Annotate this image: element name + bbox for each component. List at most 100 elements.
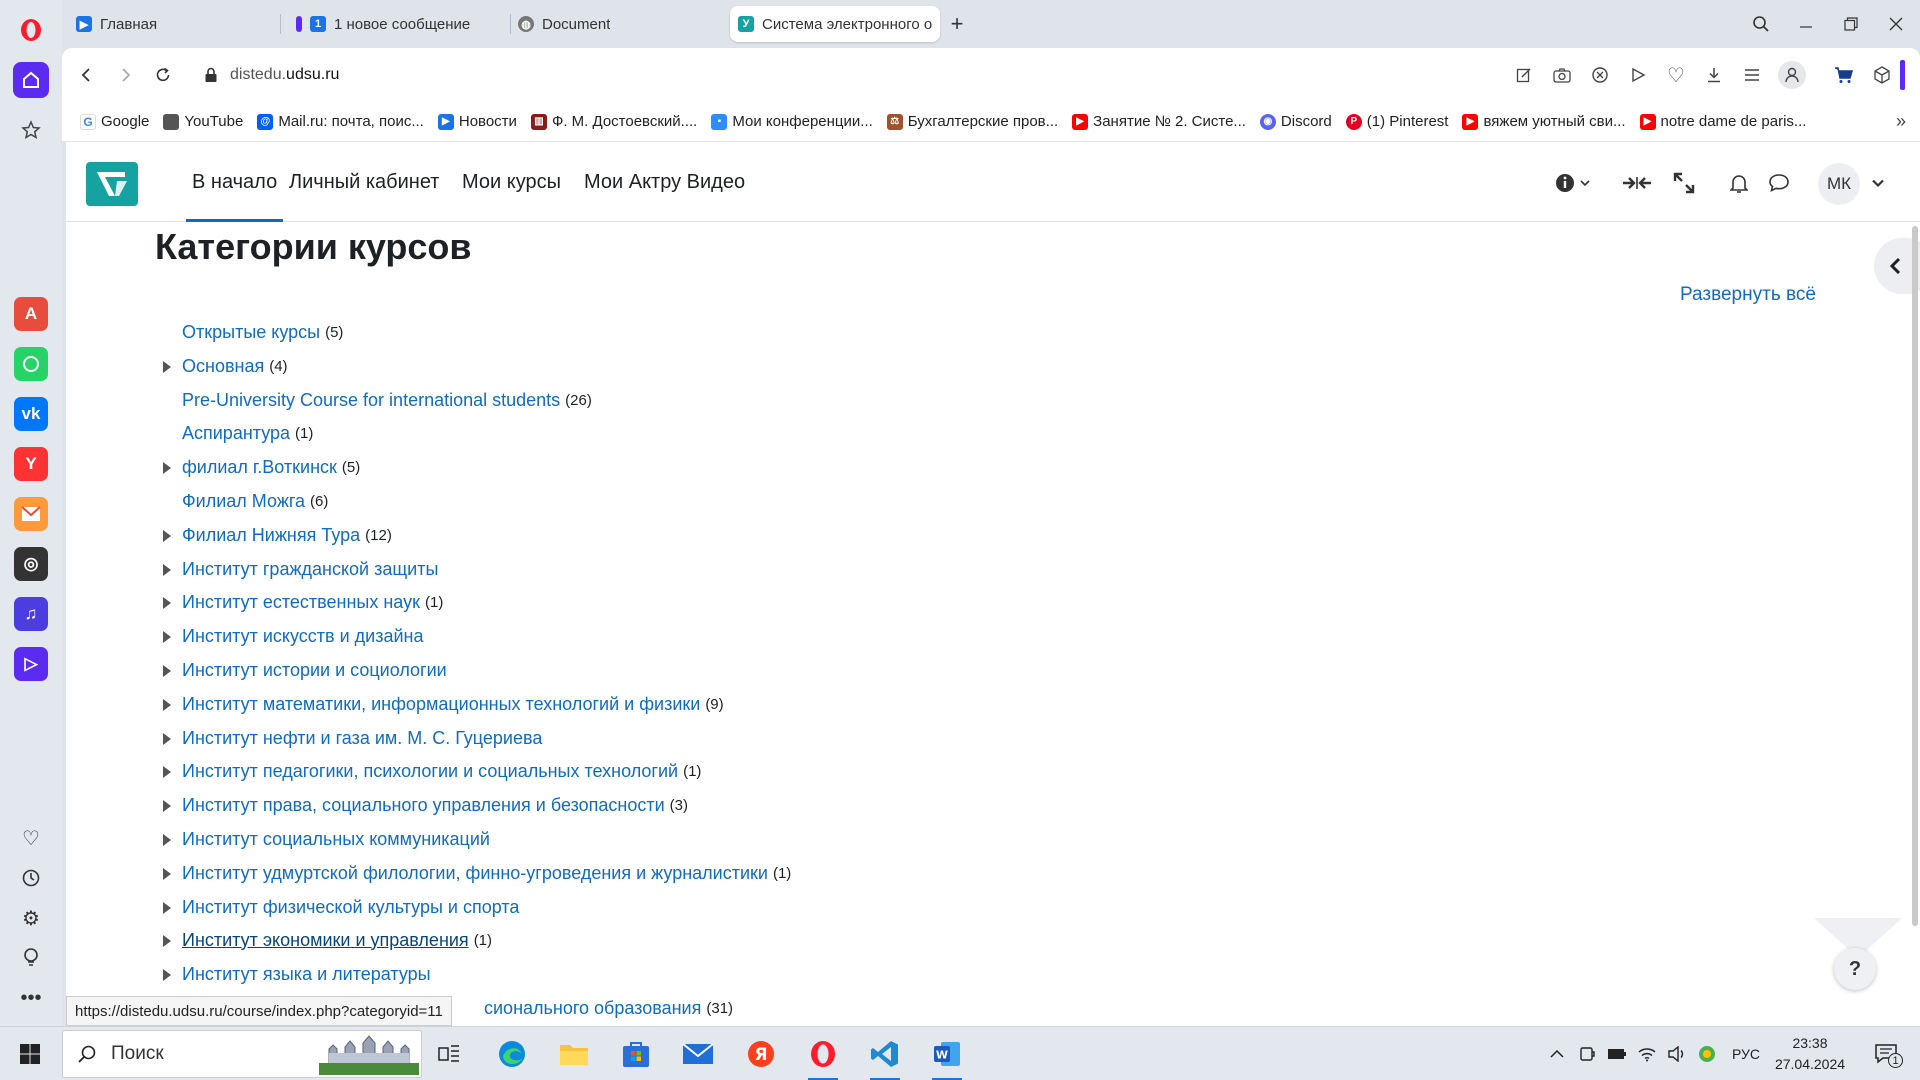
category-link[interactable]: Институт физической культуры и спорта [182,897,519,918]
nav-my-courses[interactable]: Мои курсы [462,142,561,222]
bookmark-google[interactable]: G Google [80,113,149,130]
tab-distedu[interactable]: У Система электронного о [730,6,940,42]
back-button[interactable] [74,62,100,88]
fullscreen-icon[interactable] [1670,170,1698,196]
expand-caret-right-icon[interactable] [162,901,174,914]
category-link[interactable]: филиал г.Воткинск [182,457,337,478]
expand-caret-right-icon[interactable] [162,833,174,846]
expand-caret-right-icon[interactable] [162,968,174,981]
tab-messages[interactable]: 1 1 новое сообщение [288,6,518,42]
bookmark-discord[interactable]: ◉ Discord [1259,113,1332,130]
battery-icon[interactable] [1606,1043,1628,1065]
volume-icon[interactable] [1666,1043,1688,1065]
category-link[interactable]: Институт языка и литературы [182,964,431,985]
help-button[interactable]: ? [1834,948,1876,990]
bookmark-mailru[interactable]: @ Mail.ru: почта, поис... [257,113,424,130]
nav-home[interactable]: В начало [186,142,284,222]
bookmark-dostoevsky[interactable]: ▥ Ф. М. Достоевский.... [530,113,697,130]
aria-app-icon[interactable]: A [14,297,48,331]
taskbar-search-input[interactable]: Поиск [62,1030,422,1078]
bookmark-knitting[interactable]: ▶ вяжем уютный сви... [1462,113,1626,130]
file-explorer-icon[interactable] [553,1033,595,1075]
task-view-icon[interactable] [428,1033,470,1075]
expand-caret-right-icon[interactable] [162,596,174,609]
address-input[interactable]: distedu. udsu.ru [204,60,339,90]
messages-icon[interactable] [1766,170,1792,196]
profile-icon[interactable] [1778,61,1806,89]
category-link[interactable]: Институт гражданской защиты [182,559,438,580]
expand-caret-right-icon[interactable] [162,799,174,812]
page-scrollbar[interactable] [1912,226,1918,926]
reload-button[interactable] [150,62,176,88]
wifi-icon[interactable] [1636,1043,1658,1065]
lightbulb-icon[interactable] [13,940,49,976]
yandex-browser-icon[interactable]: Я [740,1033,782,1075]
bell-icon[interactable] [1726,170,1752,196]
collapse-width-icon[interactable] [1620,170,1654,196]
expand-caret-right-icon[interactable] [162,698,174,711]
bookmark-news[interactable]: ▶ Новости [437,113,517,130]
category-link[interactable]: Институт искусств и дизайна [182,626,424,647]
star-icon[interactable] [13,112,49,148]
category-link[interactable]: Институт нефти и газа им. М. С. Гуцериев… [182,728,542,749]
category-link[interactable]: Институт социальных коммуникаций [182,829,490,850]
category-link[interactable]: Основная [182,356,264,377]
close-window-button[interactable] [1881,10,1911,38]
category-link[interactable]: Филиал Нижняя Тура [182,525,360,546]
bookmark-accounting[interactable]: ⚖ Бухгалтерские пров... [886,113,1058,130]
tab-document[interactable]: ◍ Document [510,6,720,42]
mail-icon[interactable] [677,1033,719,1075]
category-link[interactable]: Институт права, социального управления и… [182,795,665,816]
forward-button[interactable] [112,62,138,88]
ai-app-icon[interactable]: ◎ [14,547,48,581]
store-icon[interactable] [615,1033,657,1075]
category-link[interactable]: Pre-University Course for international … [182,390,560,411]
word-icon[interactable]: W [926,1033,968,1080]
whatsapp-icon[interactable] [14,347,48,381]
opera-logo-icon[interactable] [13,12,49,48]
music-app-icon[interactable]: ♫ [14,597,48,631]
expand-caret-right-icon[interactable] [162,360,174,373]
settings-icon[interactable]: ⚙ [13,900,49,936]
send-app-icon[interactable]: ▷ [14,647,48,681]
tray-chevron-up-icon[interactable] [1546,1043,1568,1065]
cart-icon[interactable] [1832,63,1856,87]
expand-caret-right-icon[interactable] [162,867,174,880]
tab-home[interactable]: ▶ Главная [68,6,278,42]
edit-icon[interactable] [1512,63,1536,87]
more-icon[interactable]: ••• [13,980,49,1016]
heart-icon[interactable]: ♡ [1664,63,1688,87]
extensions-icon[interactable] [1870,63,1894,87]
expand-caret-right-icon[interactable] [162,529,174,542]
bookmark-lesson[interactable]: ▶ Занятие № 2. Систе... [1072,113,1246,130]
category-link[interactable]: Институт удмуртской филологии, финно-угр… [182,863,768,884]
category-link[interactable]: Институт экономики и управления [182,930,469,951]
category-link[interactable]: Открытые курсы [182,322,320,343]
camera-icon[interactable] [1550,63,1574,87]
expand-caret-right-icon[interactable] [162,934,174,947]
heart-icon[interactable]: ♡ [13,820,49,856]
info-menu-icon[interactable] [1550,170,1594,196]
expand-caret-right-icon[interactable] [162,563,174,576]
opera-taskbar-icon[interactable] [802,1033,844,1080]
tab-search-icon[interactable] [1746,10,1776,38]
edge-icon[interactable] [491,1033,533,1075]
expand-caret-right-icon[interactable] [162,630,174,643]
minimize-button[interactable] [1791,10,1821,38]
category-link[interactable]: Институт педагогики, психологии и социал… [182,761,678,782]
yandex-disk-tray-icon[interactable] [1696,1043,1718,1065]
nav-dashboard[interactable]: Личный кабинет [289,142,439,222]
bookmark-pinterest[interactable]: P (1) Pinterest [1345,113,1448,130]
windows-start-icon[interactable] [9,1033,51,1075]
bookmark-zoom[interactable]: ▪ Мои конференции... [711,113,873,130]
category-link[interactable]: Институт математики, информационных техн… [182,694,700,715]
user-avatar[interactable]: МК [1818,163,1860,205]
history-icon[interactable] [13,860,49,896]
bookmark-youtube[interactable]: YouTube [163,113,243,130]
category-link[interactable]: Институт истории и социологии [182,660,447,681]
yandex-icon[interactable]: Y [14,447,48,481]
restore-button[interactable] [1836,10,1866,38]
category-link[interactable]: Аспирантура [182,423,290,444]
vscode-icon[interactable] [864,1033,906,1080]
site-logo-icon[interactable] [86,162,138,206]
